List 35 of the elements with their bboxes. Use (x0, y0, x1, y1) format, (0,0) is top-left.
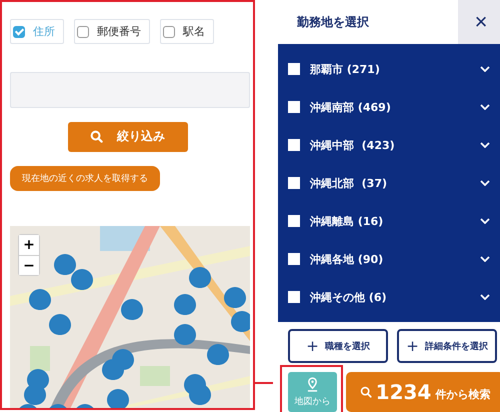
checkbox[interactable] (288, 101, 300, 113)
area-label[interactable]: 沖縄中部 (423) (310, 138, 470, 152)
chevron-icon[interactable] (480, 142, 490, 148)
checkbox[interactable] (288, 215, 300, 227)
area-label[interactable]: 沖縄その他 (6) (310, 290, 470, 304)
checkbox[interactable] (13, 26, 25, 38)
area-label[interactable]: 沖縄離島 (16) (310, 214, 470, 228)
chevron-icon[interactable] (480, 180, 490, 186)
checkbox[interactable] (288, 177, 300, 189)
checkbox[interactable] (77, 26, 89, 38)
area-label[interactable]: 沖縄南部 (469) (310, 100, 470, 114)
area-label[interactable]: 沖縄各地 (90) (310, 252, 470, 266)
checkbox[interactable] (163, 26, 175, 38)
area-label[interactable]: 沖縄北部 (37) (310, 176, 470, 190)
search-type-option[interactable]: 駅名 (160, 19, 214, 44)
option-button[interactable]: + 詳細条件を選択 (397, 329, 497, 363)
zoom-out-button[interactable]: − (19, 255, 39, 276)
search-icon (90, 130, 103, 144)
panel-title: 勤務地を選択 (296, 14, 370, 31)
chevron-icon[interactable] (480, 218, 490, 224)
chevron-icon[interactable] (480, 104, 490, 110)
chevron-icon[interactable] (480, 294, 490, 300)
area-label[interactable]: 那覇市 (271) (310, 62, 470, 76)
option-button[interactable]: + 職種を選択 (288, 329, 388, 363)
close-button[interactable]: × (458, 0, 500, 44)
search-field[interactable] (10, 72, 250, 108)
checkbox[interactable] (288, 139, 300, 151)
checkbox[interactable] (288, 253, 300, 265)
chevron-icon[interactable] (480, 256, 490, 262)
chevron-icon[interactable] (480, 66, 490, 72)
search-icon (360, 386, 372, 398)
search-type-option[interactable]: 郵便番号 (74, 19, 150, 44)
map-pin-icon (307, 376, 318, 392)
checkbox[interactable] (288, 63, 300, 75)
checkbox[interactable] (288, 291, 300, 303)
